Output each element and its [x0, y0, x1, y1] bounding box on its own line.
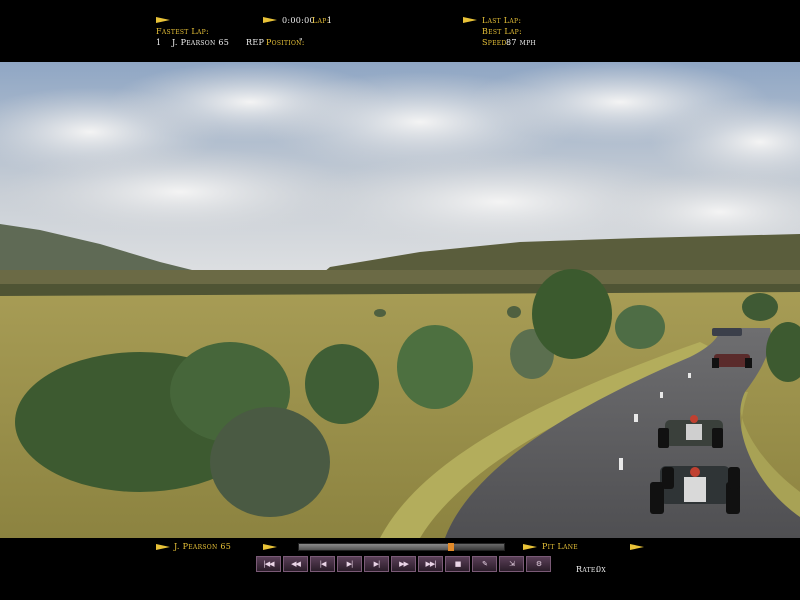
replay-buttons: |◀◀ ◀◀ |◀ ▶| ▶| ▶▶ ▶▶| ■ ✎ ⇲ ⚙	[256, 556, 551, 574]
export-button[interactable]: ⇲	[499, 556, 524, 572]
top-hud-bar: 0:00:00 Lap: 1 Fastest Lap: 1 J. Pearson…	[0, 0, 800, 62]
clouds	[0, 62, 800, 252]
skip-to-end-icon: ▶▶|	[425, 560, 436, 568]
fastest-lap-label: Fastest Lap:	[156, 27, 210, 36]
race-scene	[0, 62, 800, 538]
race-car-fourth	[712, 328, 742, 336]
play-pause-icon: ▶|	[346, 560, 354, 568]
export-icon: ⇲	[509, 560, 515, 568]
race-car-third	[712, 354, 752, 368]
replay-progress-knob[interactable]	[447, 543, 454, 551]
replay-progress-slider[interactable]	[298, 543, 505, 551]
leader-position: 1	[156, 38, 162, 47]
play-icon: ▶|	[373, 560, 381, 568]
settings-icon: ⚙	[535, 560, 542, 568]
camera-mark-icon: ■	[454, 560, 462, 568]
rewind-to-start-button[interactable]: |◀◀	[256, 556, 281, 572]
last-lap-label: Last Lap:	[482, 16, 522, 25]
best-lap-label: Best Lap:	[482, 27, 522, 36]
pennant-icon	[523, 544, 537, 550]
pennant-icon	[263, 544, 277, 550]
fast-forward-icon: ▶▶	[399, 560, 409, 568]
replay-driver-name[interactable]: J. Pearson 65	[174, 542, 231, 552]
position-value: "	[299, 37, 303, 46]
settings-button[interactable]: ⚙	[526, 556, 551, 572]
play-button[interactable]: ▶|	[364, 556, 389, 572]
fast-rewind-button[interactable]: ◀◀	[283, 556, 308, 572]
edit-marker-button[interactable]: ✎	[472, 556, 497, 572]
play-pause-button[interactable]: ▶|	[337, 556, 362, 572]
race-scene-viewport[interactable]	[0, 62, 800, 538]
edit-marker-icon: ✎	[482, 560, 488, 568]
step-back-button[interactable]: |◀	[310, 556, 335, 572]
speed-value: 87 mph	[506, 38, 536, 47]
rate-value: 0x	[596, 565, 606, 574]
fast-forward-button[interactable]: ▶▶	[391, 556, 416, 572]
pennant-icon	[263, 17, 277, 23]
camera-mark-button[interactable]: ■	[445, 556, 470, 572]
leader-name: J. Pearson 65	[172, 38, 230, 47]
lap-value: 1	[327, 16, 333, 25]
pennant-icon	[156, 544, 170, 550]
rep-label: REP	[246, 38, 265, 47]
pennant-icon	[630, 544, 644, 550]
rewind-to-start-icon: |◀◀	[263, 560, 274, 568]
pennant-icon	[463, 17, 477, 23]
fast-rewind-icon: ◀◀	[291, 560, 301, 568]
replay-progress-fill	[299, 544, 451, 550]
pennant-icon	[156, 17, 170, 23]
skip-to-end-button[interactable]: ▶▶|	[418, 556, 443, 572]
pit-lane-label[interactable]: Pit Lane	[542, 542, 578, 552]
race-timer: 0:00:00	[282, 16, 315, 25]
step-back-icon: |◀	[319, 560, 327, 568]
